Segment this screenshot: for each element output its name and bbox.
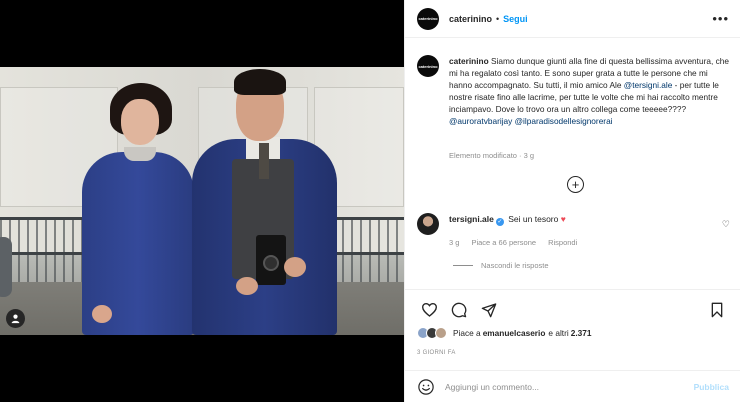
comment-meta: 3 g Piace a 66 persone Rispondi (449, 238, 577, 247)
comment-item: tersigni.ale ✓ Sei un tesoro ♥ (417, 213, 733, 235)
mention-link[interactable]: @auroratvbarijay (449, 116, 512, 126)
post-media (0, 0, 404, 402)
user-icon (11, 314, 20, 324)
share-paper-plane-icon[interactable] (477, 298, 501, 322)
comment-time: 3 g (449, 238, 460, 247)
comment-text: Sei un tesoro (508, 214, 559, 224)
photo-camera-lens (263, 255, 279, 271)
like-heart-icon[interactable] (417, 298, 441, 322)
caption-avatar-text: caterinino (418, 63, 438, 69)
comment-input[interactable] (445, 381, 694, 392)
photo-lamp (0, 237, 12, 297)
post-actions-bar (405, 289, 740, 329)
photo-man-hand (236, 277, 258, 295)
hide-replies-label: Nascondi le risposte (481, 261, 549, 270)
post-caption: caterinino caterinino Siamo dunque giunt… (417, 55, 733, 127)
emoji-smiley-icon[interactable] (417, 378, 435, 396)
author-username[interactable]: caterinino (449, 14, 492, 24)
caption-author-avatar[interactable]: caterinino (417, 55, 439, 77)
post-side-panel: caterinino caterinino • Segui ••• cateri… (404, 0, 740, 402)
more-options-icon[interactable]: ••• (712, 12, 729, 25)
photo-man-hair (234, 69, 286, 95)
comment-like-heart-icon[interactable]: ♡ (722, 219, 730, 230)
comment-likes-count[interactable]: Piace a 66 persone (471, 238, 536, 247)
liker-avatar[interactable] (435, 327, 447, 339)
post-photo[interactable] (0, 67, 404, 335)
follow-button[interactable]: Segui (503, 14, 528, 24)
add-comment-bar: Pubblica (405, 370, 740, 402)
load-more-comments-icon[interactable]: + (567, 176, 584, 193)
mention-link[interactable]: @tersigni.ale (624, 80, 673, 90)
bookmark-save-icon[interactable] (705, 298, 729, 322)
caption-text: caterinino Siamo dunque giunti alla fine… (449, 55, 733, 127)
comment-bubble-icon[interactable] (447, 298, 471, 322)
likes-suffix: e altri (548, 328, 569, 338)
photo-man-tie (259, 143, 269, 179)
comment-body: tersigni.ale ✓ Sei un tesoro ♥ (449, 213, 566, 235)
commenter-username[interactable]: tersigni.ale (449, 214, 494, 224)
hide-replies-button[interactable]: Nascondi le risposte (453, 261, 549, 270)
likes-user-link[interactable]: emanuelcaserio (483, 328, 546, 338)
hide-replies-line (453, 265, 473, 266)
separator-dot: • (496, 13, 500, 24)
likes-count-link[interactable]: 2.371 (571, 328, 592, 338)
likers-avatars (417, 327, 447, 339)
caption-username[interactable]: caterinino (449, 56, 489, 66)
photo-man-hand (284, 257, 306, 277)
verified-badge-icon: ✓ (495, 218, 504, 226)
author-avatar-text: caterinino (418, 16, 438, 21)
photo-woman-collar (124, 147, 156, 161)
photo-woman-face (121, 99, 159, 145)
comment-reply-button[interactable]: Rispondi (548, 238, 577, 247)
post-header: caterinino caterinino • Segui ••• (405, 0, 740, 38)
red-heart-emoji: ♥ (560, 214, 566, 224)
publish-button[interactable]: Pubblica (694, 382, 729, 392)
photo-woman-hand (92, 305, 112, 323)
author-avatar[interactable]: caterinino (417, 7, 439, 30)
likes-prefix: Piace a (453, 328, 481, 338)
post-time-ago[interactable]: 3 GIORNI FA (417, 350, 456, 356)
caption-meta: Elemento modificato · 3 g (449, 151, 535, 160)
mention-link[interactable]: @ilparadisodellesignorerai (515, 116, 613, 126)
likes-summary: Piace a emanuelcaserio e altri 2.371 (417, 327, 591, 339)
commenter-avatar[interactable] (417, 213, 439, 235)
instagram-post: caterinino caterinino • Segui ••• cateri… (0, 0, 740, 402)
tagged-users-button[interactable] (6, 309, 25, 328)
